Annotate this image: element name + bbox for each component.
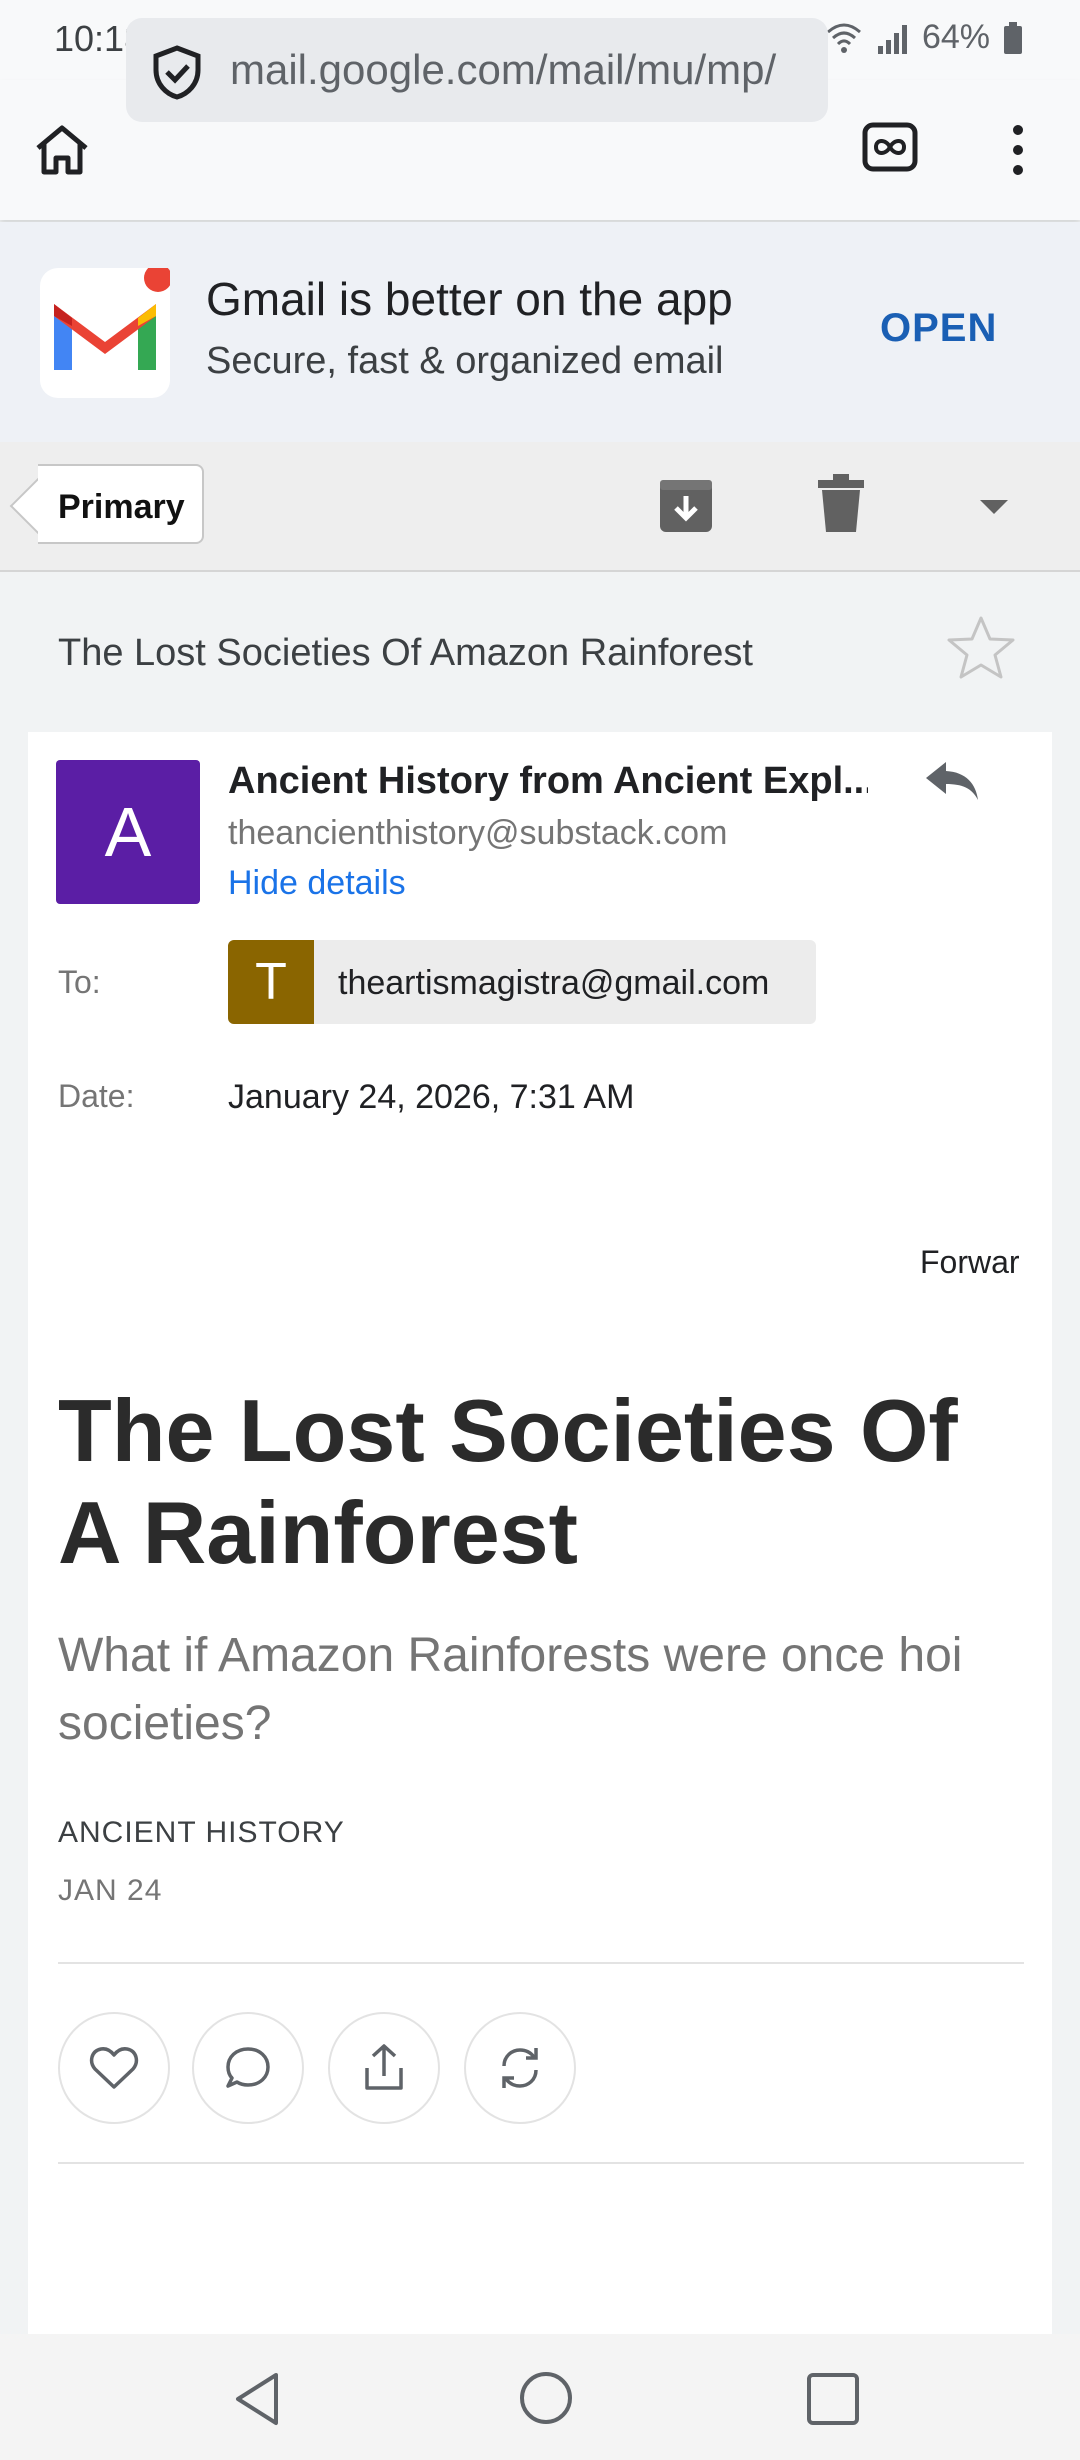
system-nav-bar: [0, 2334, 1080, 2460]
more-vert-icon: [1013, 125, 1023, 175]
share-button[interactable]: [328, 2012, 440, 2124]
trash-icon: [818, 474, 864, 532]
banner-subtitle: Secure, fast & organized email: [206, 340, 724, 382]
primary-label[interactable]: Primary: [58, 488, 185, 527]
wifi-icon: [826, 23, 861, 53]
dropdown-icon: [980, 500, 1008, 514]
date-label: Date:: [58, 1078, 135, 1114]
tab-switcher-button[interactable]: [862, 122, 918, 177]
star-button[interactable]: [946, 614, 1016, 685]
comment-icon: [226, 2047, 270, 2088]
banner-title: Gmail is better on the app: [206, 273, 733, 325]
date-value: January 24, 2026, 7:31 AM: [228, 1078, 635, 1116]
open-app-button[interactable]: OPEN: [880, 306, 997, 351]
archive-button[interactable]: [656, 472, 716, 541]
recents-nav-icon: [807, 2373, 859, 2425]
gmail-logo: [40, 268, 170, 398]
recipient-avatar: T: [228, 940, 314, 1024]
reply-icon: [926, 762, 978, 800]
more-actions-dropdown[interactable]: [978, 498, 1010, 521]
url-bar[interactable]: mail.google.com/mail/mu/mp/: [126, 18, 828, 122]
site-security-button[interactable]: [150, 44, 204, 105]
divider: [58, 2162, 1024, 2164]
back-nav-button[interactable]: [230, 2370, 284, 2433]
home-button[interactable]: [30, 118, 94, 187]
battery-icon: [1004, 21, 1022, 54]
heart-icon: [89, 2047, 139, 2089]
forward-link[interactable]: Forwar: [920, 1244, 1024, 1281]
restack-button[interactable]: [464, 2012, 576, 2124]
star-icon: [947, 616, 1015, 679]
more-options-button[interactable]: [1000, 118, 1036, 187]
sender-email: theancienthistory@substack.com: [228, 814, 728, 852]
battery-percent: 64%: [921, 18, 990, 56]
signal-icon: [877, 24, 907, 54]
sender-name: Ancient History from Ancient Expl...: [228, 760, 868, 802]
delete-button[interactable]: [816, 472, 866, 541]
shield-icon: [153, 45, 201, 100]
article-tag[interactable]: ANCIENT HISTORY: [58, 1816, 345, 1850]
article-date: JAN 24: [58, 1874, 163, 1907]
restack-icon: [502, 2048, 538, 2088]
share-icon: [365, 2044, 403, 2090]
home-nav-icon: [520, 2372, 572, 2424]
comment-button[interactable]: [192, 2012, 304, 2124]
recents-nav-button[interactable]: [806, 2372, 860, 2431]
divider: [58, 1962, 1024, 1964]
mail-toolbar: Primary: [0, 442, 1080, 572]
archive-icon: [660, 480, 712, 532]
back-nav-icon: [236, 2373, 278, 2425]
tab-switcher-icon: [862, 122, 918, 172]
article-subtitle: What if Amazon Rainforests were once hoi…: [58, 1629, 963, 1750]
to-label: To:: [58, 964, 101, 1000]
gmail-icon: [54, 268, 170, 370]
app-promo-banner: Gmail is better on the app Secure, fast …: [0, 222, 1080, 442]
home-icon: [36, 125, 88, 175]
recipient-email: theartismagistra@gmail.com: [338, 964, 770, 1002]
article-title[interactable]: The Lost Societies Of A Rainforest: [58, 1380, 1024, 1590]
like-button[interactable]: [58, 2012, 170, 2124]
hide-details-link[interactable]: Hide details: [228, 864, 406, 903]
home-nav-button[interactable]: [518, 2370, 574, 2431]
reply-button[interactable]: [922, 758, 982, 809]
email-subject: The Lost Societies Of Amazon Rainforest: [58, 632, 753, 674]
sender-avatar: A: [56, 760, 200, 904]
url-text: mail.google.com/mail/mu/mp/: [230, 46, 777, 93]
